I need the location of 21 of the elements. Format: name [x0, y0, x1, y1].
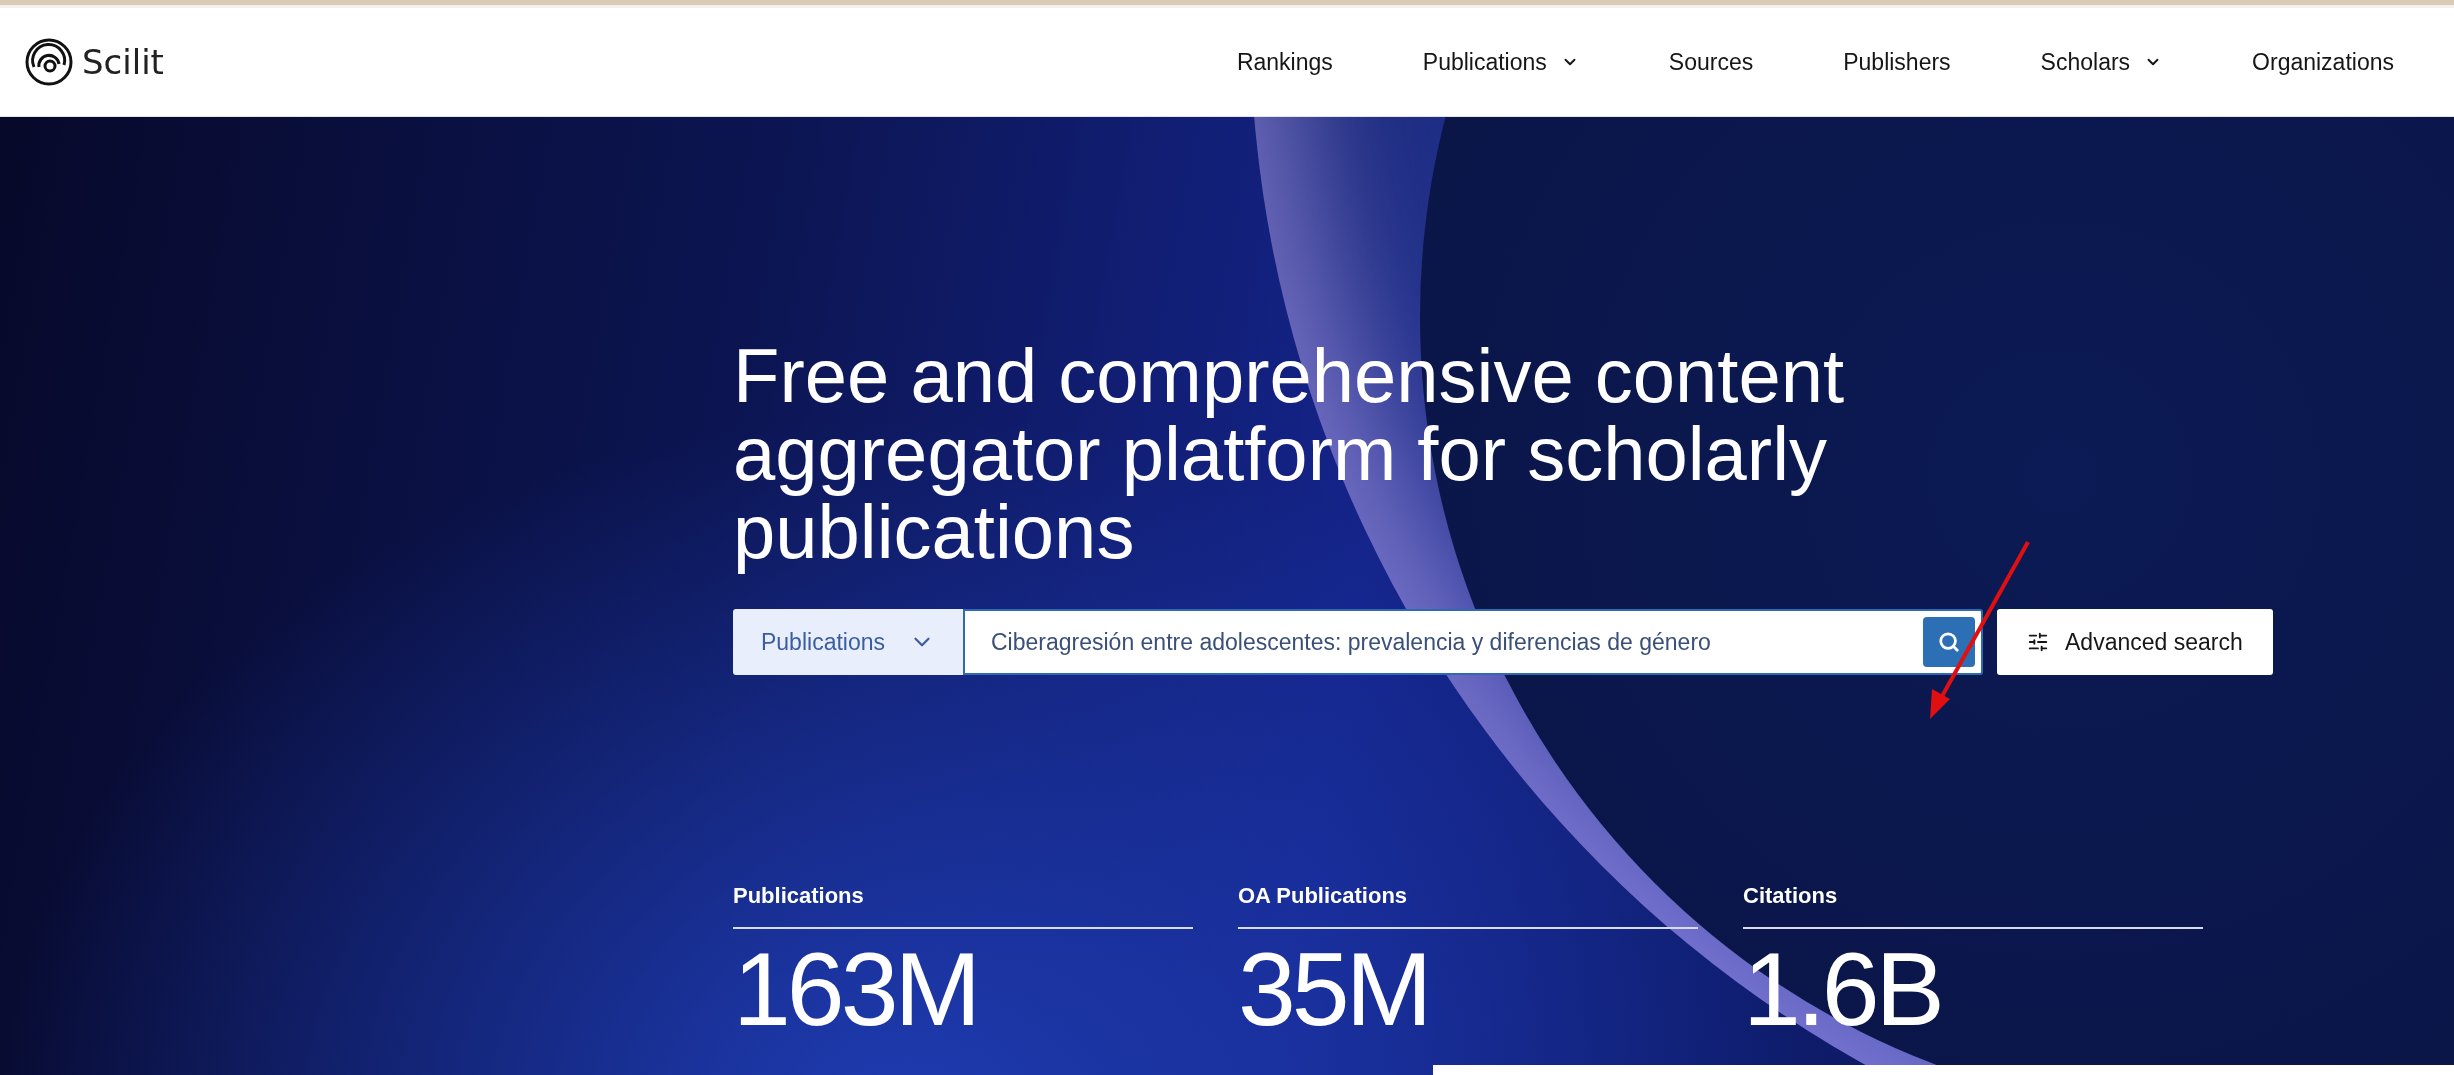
logo-text[interactable]: Scilit	[82, 42, 164, 82]
stat-value: 163M	[733, 930, 979, 1049]
stat-label: OA Publications	[1238, 883, 1698, 929]
logo-icon	[24, 37, 74, 87]
sliders-icon	[2027, 631, 2049, 653]
stat-value: 35M	[1238, 930, 1430, 1049]
nav-link[interactable]: Sources	[1668, 48, 1754, 76]
search-field[interactable]: Ciberagresión entre adolescentes: prevalencia y diferencias de género	[989, 627, 1923, 657]
nav-link[interactable]: Scholars	[2040, 48, 2163, 76]
stat-label: Citations	[1743, 883, 2203, 929]
stat-value: 1.6B	[1743, 930, 1942, 1049]
nav-link[interactable]: Publications	[1422, 48, 1579, 76]
nav-link[interactable]: Publishers	[1843, 48, 1951, 76]
stat-label: Publications	[733, 883, 1193, 929]
search-icon	[1938, 631, 1960, 653]
search-button[interactable]	[1923, 617, 1975, 667]
scope-dropdown[interactable]: Publications	[733, 609, 963, 675]
advanced-search-button[interactable]: Advanced search	[1997, 609, 2273, 675]
nav-link[interactable]: Organizations	[2252, 48, 2394, 76]
search-bar[interactable]: Ciberagresión entre adolescentes: prevalencia y diferencias de género	[963, 609, 1983, 675]
nav-link[interactable]: Rankings	[1236, 48, 1333, 76]
